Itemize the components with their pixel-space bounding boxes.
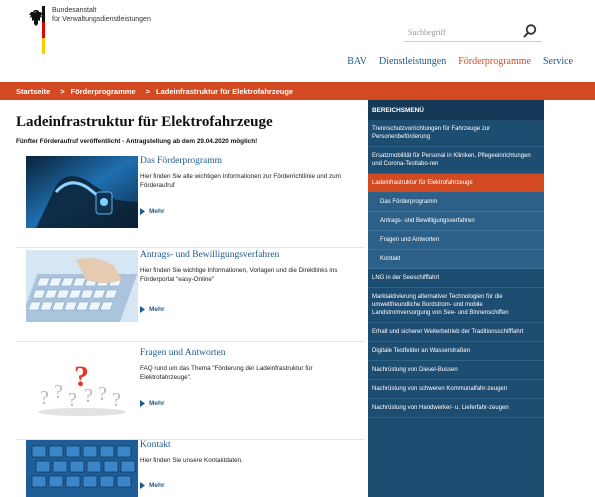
teaser-title[interactable]: Antrags- und Bewilligungsverfahren — [140, 250, 279, 260]
more-link-label: Mehr — [149, 482, 165, 489]
more-link-label: Mehr — [149, 208, 165, 215]
more-link-label: Mehr — [149, 400, 165, 407]
breadcrumb-item-current: Ladeinfrastruktur für Elektrofahrzeuge — [155, 86, 294, 96]
more-link[interactable]: Mehr — [140, 306, 165, 313]
teaser-kontakt: Kontakt Hier finden Sie unsere Kontaktda… — [16, 440, 364, 497]
more-link[interactable]: Mehr — [140, 482, 165, 489]
search-icon[interactable] — [522, 23, 538, 39]
logo-line1: Bundesanstalt — [52, 7, 97, 14]
flag-red — [42, 22, 45, 38]
main-content: Ladeinfrastruktur für Elektrofahrzeuge F… — [16, 100, 364, 497]
section-menu: BEREICHSMENÜ Trennschutzvorrichtungen fü… — [368, 100, 544, 497]
more-link-label: Mehr — [149, 306, 165, 313]
search-box — [404, 22, 542, 42]
nav-item-bav[interactable]: BAV — [347, 56, 367, 67]
teaser-divider — [16, 247, 364, 248]
breadcrumb-item-foerderprogramme[interactable]: Förderprogramme — [71, 87, 136, 96]
arrow-right-icon — [140, 482, 145, 489]
page-subtitle: Fünfter Förderaufruf veröffentlicht - An… — [16, 138, 258, 145]
svg-text:?: ? — [112, 389, 121, 411]
svg-text:?: ? — [98, 383, 107, 405]
section-menu-item-active[interactable]: Ladeinfrastruktur für Elektrofahrzeuge — [368, 174, 544, 193]
svg-text:?: ? — [74, 360, 89, 393]
contact-keyboard-image[interactable] — [26, 440, 138, 497]
teaser-divider — [16, 341, 364, 342]
flag-bar — [42, 6, 45, 54]
section-menu-subitem[interactable]: Antrags- und Bewilligungsverfahren — [368, 212, 544, 231]
teaser-foerderprogramm: Das Förderprogramm Hier finden Sie alle … — [16, 156, 364, 248]
section-menu-item[interactable]: LNG in der Seeschifffahrt — [368, 269, 544, 288]
arrow-right-icon — [140, 400, 145, 407]
teaser-text: Hier finden Sie unsere Kontaktdaten. — [140, 457, 243, 464]
nav-item-foerderprogramme[interactable]: Förderprogramme — [458, 56, 531, 67]
section-menu-item[interactable]: Marktaktivierung alternativer Technologi… — [368, 288, 544, 323]
teaser-antragsverfahren: Antrags- und Bewilligungsverfahren Hier … — [16, 250, 364, 342]
breadcrumb-item-startseite[interactable]: Startseite — [16, 87, 50, 96]
arrow-right-icon — [140, 208, 145, 215]
section-menu-subitem[interactable]: Kontakt — [368, 250, 544, 269]
ev-charging-image[interactable] — [26, 156, 138, 228]
section-menu-item[interactable]: Nachrüstung von Diesel-Bussen — [368, 361, 544, 380]
section-menu-heading: BEREICHSMENÜ — [368, 100, 544, 120]
teaser-title[interactable]: Kontakt — [140, 440, 171, 450]
teaser-title[interactable]: Fragen und Antworten — [140, 348, 226, 358]
section-menu-item[interactable]: Erhalt und sicherer Weiterbetrieb der Tr… — [368, 323, 544, 342]
teaser-faq: ?????? ? Fragen und Antworten FAQ rund u… — [16, 348, 364, 440]
site-header: Bundesanstalt für Verwaltungsdienstleist… — [0, 0, 595, 80]
teaser-text: Hier finden Sie wichtige Informationen, … — [140, 267, 338, 283]
section-menu-subitem[interactable]: Das Förderprogramm — [368, 193, 544, 212]
teaser-text: FAQ rund um das Thema "Förderung der Lad… — [140, 365, 313, 381]
section-menu-list: Trennschutzvorrichtungen für Fahrzeuge z… — [368, 120, 544, 418]
page-title: Ladeinfrastruktur für Elektrofahrzeuge — [16, 114, 273, 130]
svg-text:?: ? — [40, 387, 49, 409]
section-menu-item[interactable]: Digitale Testfelder an Wasserstraßen — [368, 342, 544, 361]
section-menu-subitem[interactable]: Fragen und Antworten — [368, 231, 544, 250]
section-menu-item[interactable]: Nachrüstung von Handwerker- u. Lieferfah… — [368, 399, 544, 418]
section-menu-item[interactable]: Trennschutzvorrichtungen für Fahrzeuge z… — [368, 120, 544, 147]
section-menu-item[interactable]: Ersatzmobilität für Personal in Kliniken… — [368, 147, 544, 174]
arrow-right-icon — [140, 306, 145, 313]
keyboard-hand-image[interactable] — [26, 250, 138, 322]
breadcrumb-separator: > — [60, 86, 65, 96]
logo-text[interactable]: Bundesanstalt für Verwaltungsdienstleist… — [52, 6, 252, 24]
breadcrumb: Startseite > Förderprogramme > Ladeinfra… — [0, 82, 595, 100]
flag-gold — [42, 38, 45, 54]
more-link[interactable]: Mehr — [140, 400, 165, 407]
more-link[interactable]: Mehr — [140, 208, 165, 215]
nav-item-dienstleistungen[interactable]: Dienstleistungen — [379, 56, 446, 67]
svg-text:?: ? — [54, 381, 63, 403]
nav-item-service[interactable]: Service — [543, 56, 573, 67]
breadcrumb-separator: > — [145, 86, 150, 96]
teaser-text: Hier finden Sie alle wichtigen Informati… — [140, 173, 341, 189]
search-input[interactable] — [408, 25, 518, 39]
logo-line2: für Verwaltungsdienstleistungen — [52, 16, 151, 23]
question-marks-image[interactable]: ?????? ? — [26, 348, 138, 420]
teaser-title[interactable]: Das Förderprogramm — [140, 156, 222, 166]
flag-black — [42, 6, 45, 22]
main-navigation: BAV Dienstleistungen Förderprogramme Ser… — [347, 56, 573, 67]
section-menu-item[interactable]: Nachrüstung von schweren Kommunalfahr-ze… — [368, 380, 544, 399]
